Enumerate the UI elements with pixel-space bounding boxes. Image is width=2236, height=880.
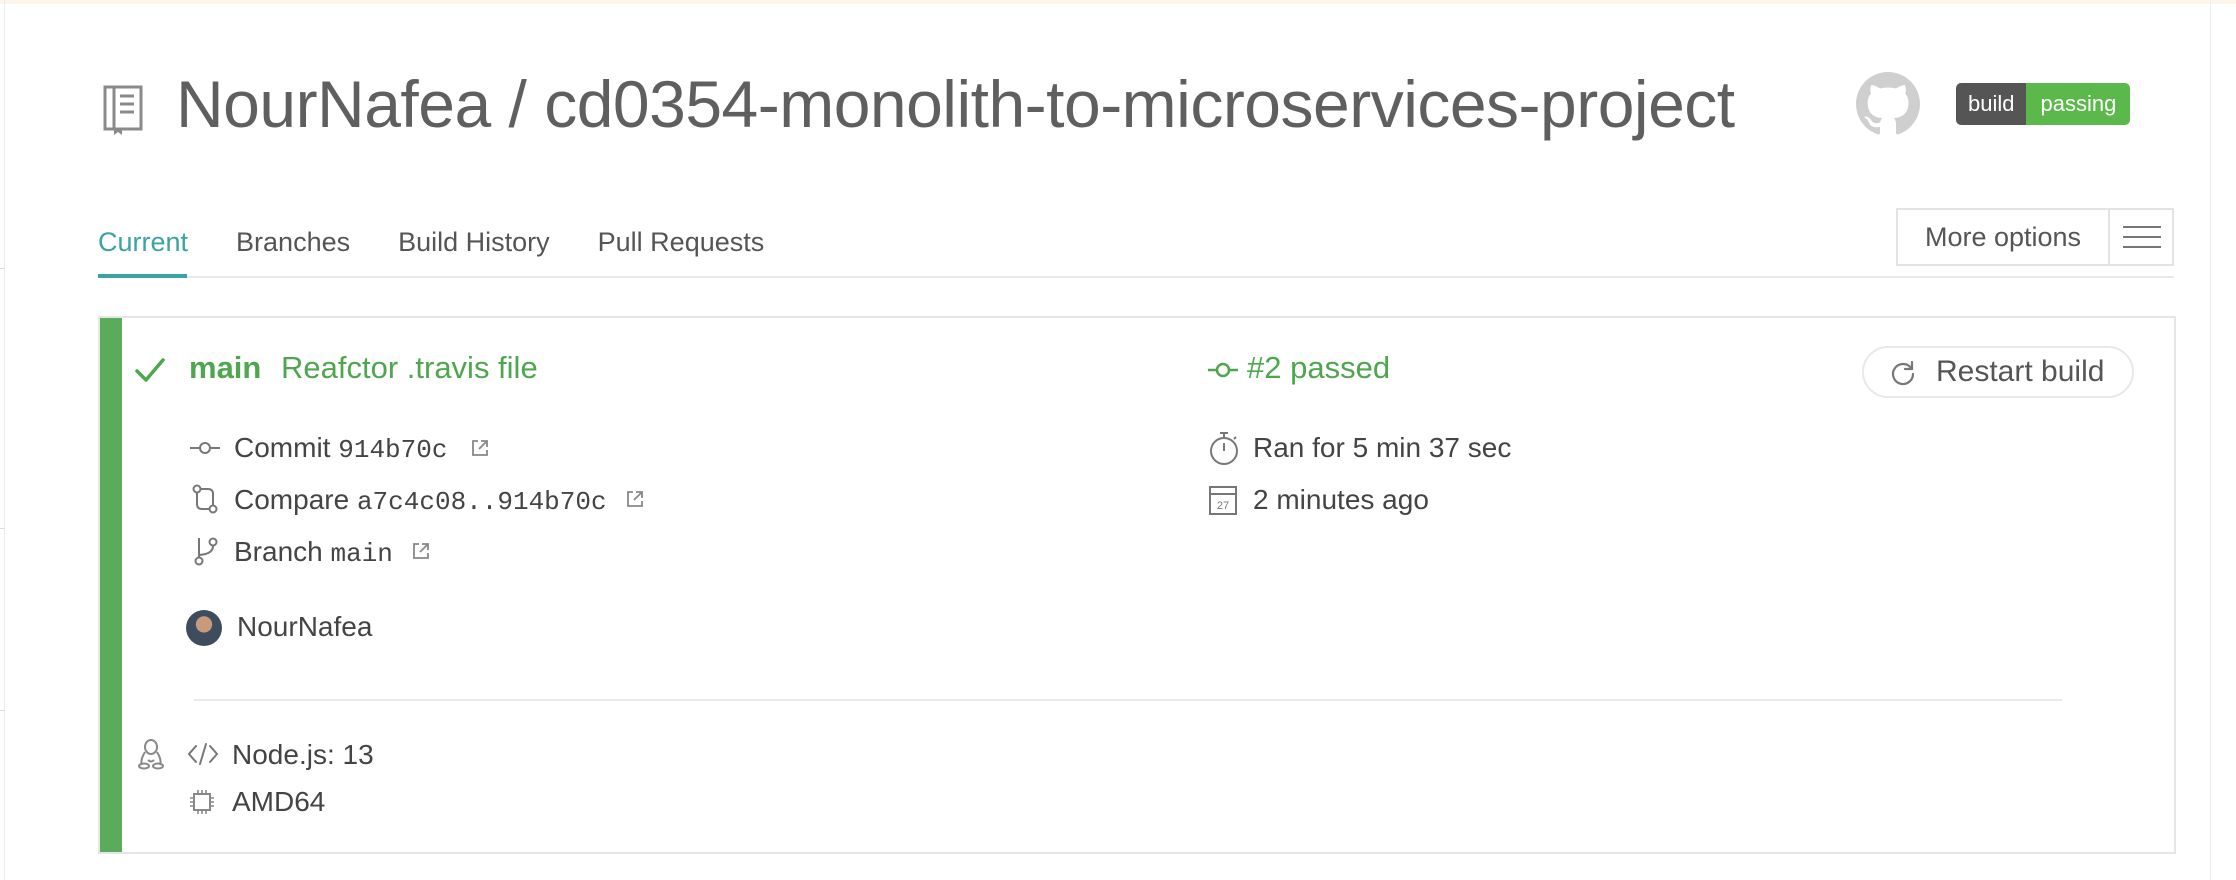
tab-branches[interactable]: Branches [236, 220, 350, 264]
code-icon [187, 743, 219, 765]
restart-icon [1891, 360, 1915, 386]
linux-icon [138, 739, 164, 770]
stopwatch-icon [1210, 432, 1238, 465]
avatar[interactable] [186, 610, 222, 646]
compare-label: Compare [234, 484, 350, 515]
build-status-bar [100, 318, 122, 852]
repo-name[interactable]: cd0354-monolith-to-microservices-project [544, 67, 1735, 141]
badge-status: passing [2026, 83, 2131, 125]
compare-row[interactable]: Compare a7c4c08..914b70c [234, 480, 607, 522]
commit-icon [190, 442, 220, 454]
branch-row[interactable]: Branch main [234, 532, 393, 574]
tab-pull-requests[interactable]: Pull Requests [598, 220, 765, 264]
repo-owner[interactable]: NourNafea [176, 67, 491, 141]
branch-icon [194, 537, 218, 566]
repo-tabs: Current Branches Build History Pull Requ… [98, 220, 812, 264]
tab-build-history[interactable]: Build History [398, 220, 550, 264]
build-commit-message[interactable]: Reafctor .travis file [281, 346, 538, 390]
github-icon[interactable] [1856, 72, 1920, 136]
external-link-icon[interactable] [411, 541, 431, 561]
calendar-day: 27 [1217, 500, 1229, 512]
external-link-icon[interactable] [470, 438, 490, 458]
cpu-icon [190, 790, 214, 814]
tabs-divider [98, 276, 2174, 278]
commit-hash[interactable]: 914b70c [338, 435, 447, 465]
author-name[interactable]: NourNafea [237, 607, 372, 647]
compare-icon [192, 484, 218, 514]
hamburger-menu-icon[interactable] [2110, 210, 2172, 264]
build-status-badge[interactable]: build passing [1956, 83, 2131, 125]
left-border [4, 0, 5, 880]
top-warning-strip [0, 0, 2236, 4]
repo-title[interactable]: NourNafea / cd0354-monolith-to-microserv… [176, 62, 1735, 146]
more-options-button[interactable]: More options [1896, 208, 2174, 266]
language-version: Node.js: 13 [232, 739, 374, 770]
card-divider [194, 699, 2062, 701]
build-status[interactable]: #2 passed [1247, 346, 1390, 390]
compare-range[interactable]: a7c4c08..914b70c [357, 487, 607, 517]
more-options-label: More options [1898, 210, 2110, 264]
repo-icon [103, 85, 143, 135]
external-link-icon[interactable] [625, 489, 645, 509]
build-finished-time: 2 minutes ago [1253, 484, 1429, 515]
commit-label: Commit [234, 432, 331, 463]
repo-separator: / [508, 67, 527, 141]
restart-build-label: Restart build [1936, 355, 2105, 388]
badge-label: build [1956, 83, 2027, 125]
restart-build-button[interactable]: Restart build [1862, 346, 2134, 398]
calendar-icon: 27 [1209, 486, 1237, 515]
branch-label: Branch [234, 536, 323, 567]
build-branch[interactable]: main [189, 346, 261, 390]
build-duration: Ran for 5 min 37 sec [1253, 432, 1512, 463]
active-tab-indicator [98, 274, 187, 278]
checkmark-icon [135, 358, 165, 382]
build-card [98, 316, 2176, 854]
branch-value[interactable]: main [331, 539, 393, 569]
architecture: AMD64 [232, 786, 326, 817]
commit-row[interactable]: Commit 914b70c [234, 428, 447, 470]
tab-current[interactable]: Current [98, 220, 188, 264]
commit-icon [1208, 362, 1238, 378]
right-border [2210, 0, 2211, 880]
